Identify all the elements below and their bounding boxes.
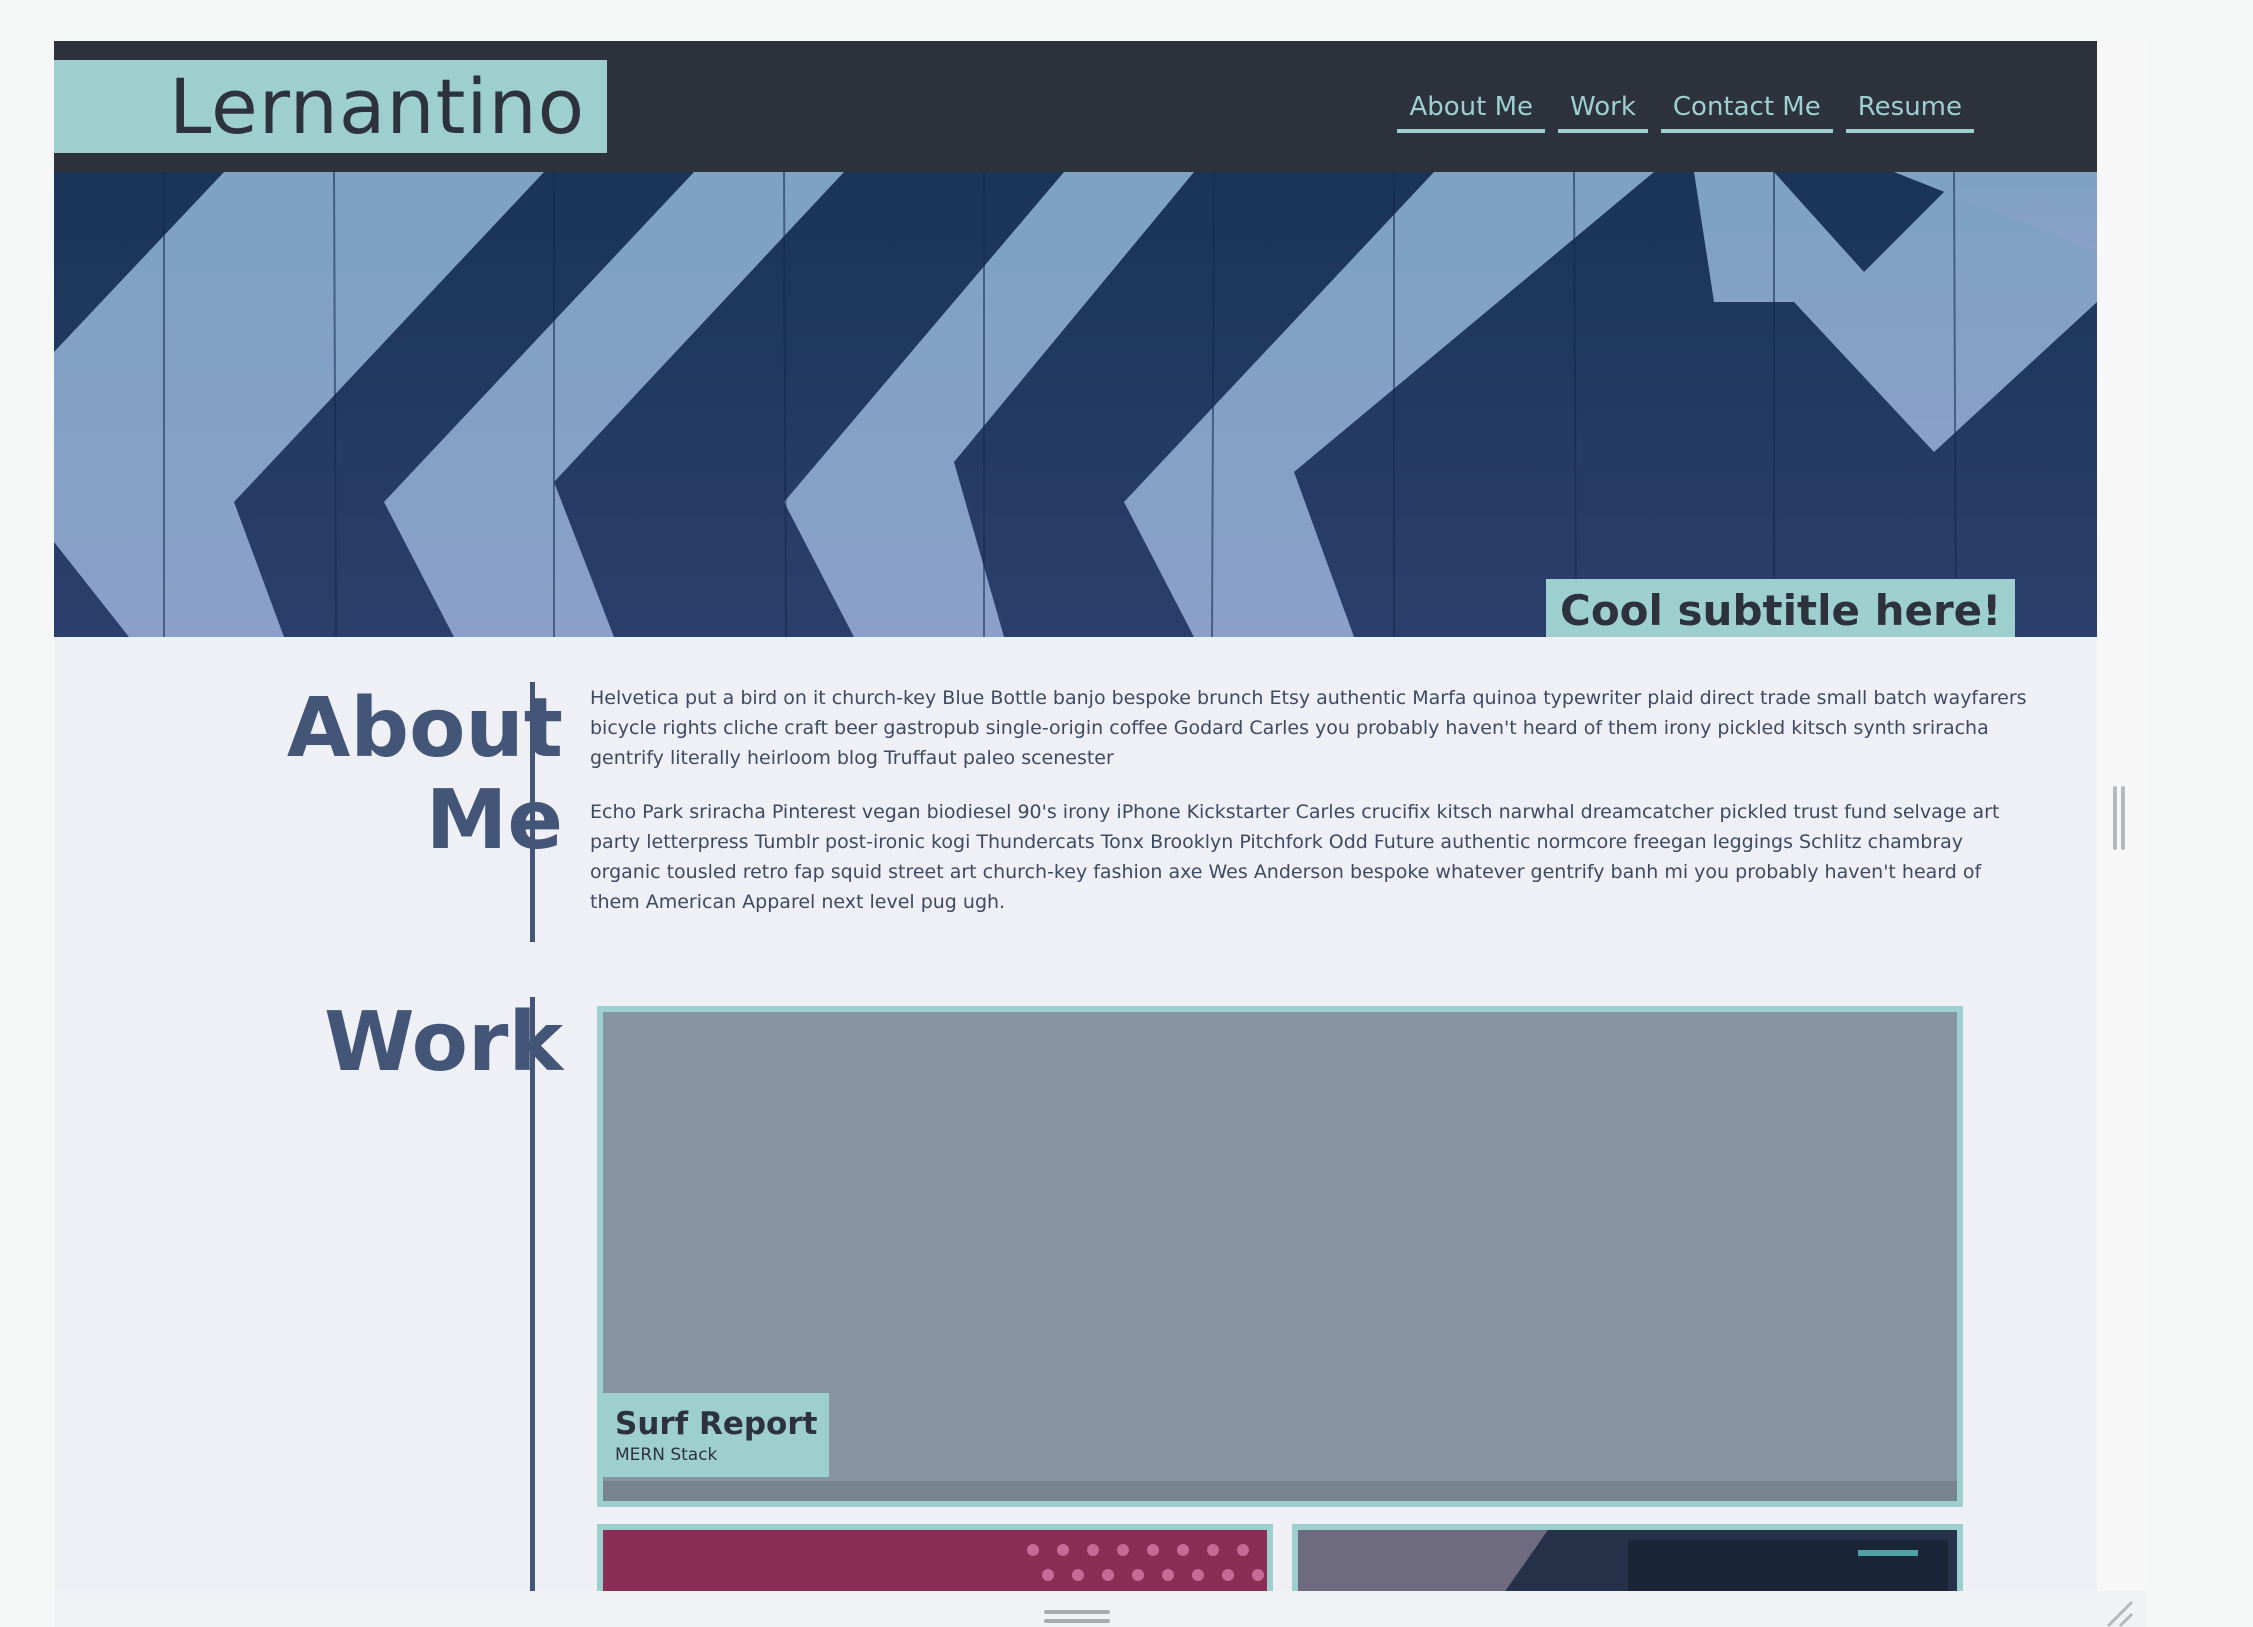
nav-resume[interactable]: Resume (1845, 89, 1974, 133)
project-image (1298, 1530, 1957, 1591)
hero-background-image (54, 172, 2097, 637)
drag-handle-icon[interactable] (1044, 1610, 1110, 1626)
project-image (603, 1481, 1957, 1501)
scrollbar-grip-icon[interactable] (2113, 786, 2127, 850)
site-logo: Lernantino (169, 62, 586, 151)
nav-work[interactable]: Work (1558, 89, 1648, 133)
main-nav: About Me Work Contact Me Resume (1397, 89, 1974, 133)
about-heading-line1: About (286, 681, 563, 776)
hero-subtitle: Cool subtitle here! (1546, 579, 2016, 637)
work-divider (530, 997, 535, 1591)
project-title: Surf Report (615, 1406, 818, 1442)
about-body: Helvetica put a bird on it church-key Bl… (590, 683, 2030, 941)
about-heading-line2: Me (425, 773, 563, 868)
work-heading: Work (324, 995, 563, 1090)
logo-box[interactable]: Lernantino (54, 60, 607, 153)
about-paragraph: Helvetica put a bird on it church-key Bl… (590, 687, 2027, 769)
resize-corner-icon[interactable] (2104, 1600, 2134, 1627)
project-subtitle: MERN Stack (615, 1445, 718, 1465)
project-image (603, 1530, 1267, 1591)
hero-banner: Cool subtitle here! (54, 172, 2097, 637)
project-card[interactable] (1292, 1524, 1963, 1591)
about-paragraph: Echo Park sriracha Pinterest vegan biodi… (590, 801, 2000, 913)
project-label: Surf Report MERN Stack (603, 1393, 830, 1477)
about-heading: About Me (287, 683, 563, 867)
browser-viewport: Lernantino About Me Work Contact Me Resu… (54, 41, 2097, 1591)
site-header: Lernantino About Me Work Contact Me Resu… (54, 41, 2097, 172)
project-card[interactable] (597, 1524, 1273, 1591)
project-card-surf-report[interactable]: Surf Report MERN Stack (597, 1006, 1963, 1507)
nav-contact-me[interactable]: Contact Me (1660, 89, 1833, 133)
about-divider (530, 682, 535, 942)
nav-about-me[interactable]: About Me (1397, 89, 1546, 133)
